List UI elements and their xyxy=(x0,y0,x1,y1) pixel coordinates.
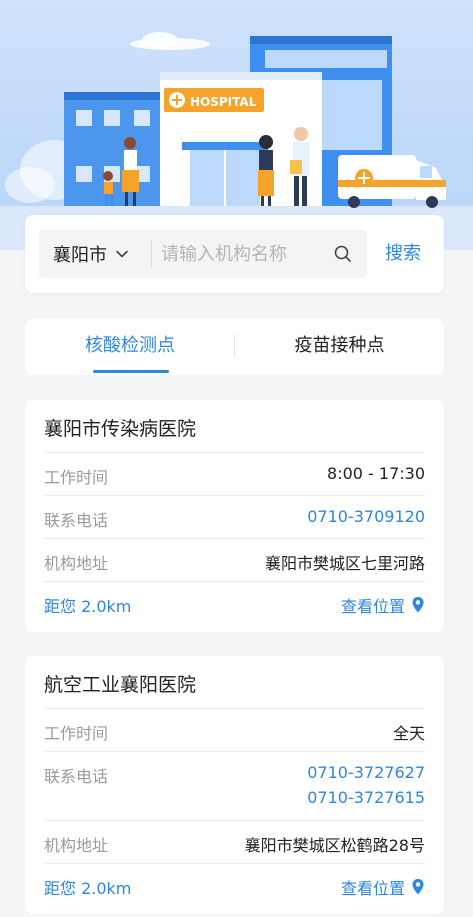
divider xyxy=(151,240,152,268)
row-phone: 联系电话 0710-3727627 0710-3727615 xyxy=(44,751,425,820)
search-icon[interactable] xyxy=(333,244,353,264)
phone-label: 联系电话 xyxy=(44,767,109,786)
address-label: 机构地址 xyxy=(44,554,109,573)
tab-vaccination[interactable]: 疫苗接种点 xyxy=(235,319,444,375)
city-label: 襄阳市 xyxy=(53,245,107,266)
hours-value: 全天 xyxy=(392,724,425,743)
hours-value: 8:00 - 17:30 xyxy=(327,464,425,483)
tab-nucleic-test[interactable]: 核酸检测点 xyxy=(25,319,235,375)
row-address: 机构地址 襄阳市樊城区松鹤路28号 xyxy=(44,820,425,863)
location-pin-icon xyxy=(412,597,424,613)
phone-link[interactable]: 0710-3727627 xyxy=(307,763,425,782)
tab-bar: 核酸检测点 疫苗接种点 xyxy=(25,319,444,375)
view-location-link[interactable]: 查看位置 xyxy=(341,875,425,899)
city-select[interactable]: 襄阳市 xyxy=(39,230,151,278)
institution-card[interactable]: 航空工业襄阳医院 工作时间 全天 联系电话 0710-3727627 0710-… xyxy=(25,656,444,914)
institution-name: 航空工业襄阳医院 xyxy=(44,674,197,696)
hospital-sign: HOSPITAL xyxy=(190,95,257,109)
view-location-label: 查看位置 xyxy=(340,597,405,616)
address-value: 襄阳市樊城区七里河路 xyxy=(264,554,425,573)
row-distance: 距您 2.0km 查看位置 xyxy=(44,863,425,906)
location-pin-icon xyxy=(412,879,424,895)
address-label: 机构地址 xyxy=(44,836,109,855)
row-phone: 联系电话 0710-3709120 xyxy=(44,495,425,538)
row-hours: 工作时间 8:00 - 17:30 xyxy=(44,452,425,495)
institution-card[interactable]: 襄阳市传染病医院 工作时间 8:00 - 17:30 联系电话 0710-370… xyxy=(25,400,444,632)
institution-name: 襄阳市传染病医院 xyxy=(44,418,197,440)
phone-link[interactable]: 0710-3709120 xyxy=(307,507,425,526)
chevron-down-icon xyxy=(116,250,128,258)
active-tab-indicator xyxy=(93,370,169,373)
phone-link-secondary[interactable]: 0710-3727615 xyxy=(307,788,425,807)
search-button[interactable]: 搜索 xyxy=(385,230,421,278)
row-distance: 距您 2.0km 查看位置 xyxy=(44,581,425,624)
distance-text: 距您 2.0km xyxy=(44,879,132,898)
address-value: 襄阳市樊城区松鹤路28号 xyxy=(244,836,425,855)
hours-label: 工作时间 xyxy=(44,468,109,487)
row-address: 机构地址 襄阳市樊城区七里河路 xyxy=(44,538,425,581)
hero-banner: HOSPITAL xyxy=(0,0,473,250)
phone-label: 联系电话 xyxy=(44,511,109,530)
hours-label: 工作时间 xyxy=(44,724,109,743)
search-box: 襄阳市 xyxy=(39,230,367,278)
view-location-link[interactable]: 查看位置 xyxy=(341,593,425,617)
row-hours: 工作时间 全天 xyxy=(44,708,425,751)
hospital-illustration: HOSPITAL xyxy=(0,32,473,250)
search-card: 襄阳市 搜索 xyxy=(25,215,444,293)
view-location-label: 查看位置 xyxy=(340,879,405,898)
distance-text: 距您 2.0km xyxy=(44,597,132,616)
search-input[interactable] xyxy=(161,230,331,278)
